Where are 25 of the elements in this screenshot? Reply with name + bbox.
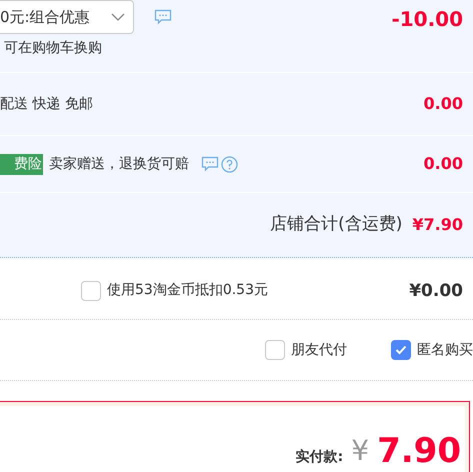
checkbox[interactable]	[265, 340, 285, 360]
shop-total-amount: ¥7.90	[412, 214, 463, 236]
chat-icon[interactable]	[154, 9, 172, 25]
coin-amount: ¥0.00	[409, 280, 463, 303]
checkbox[interactable]	[391, 340, 411, 360]
option-label: 匿名购买	[417, 340, 473, 360]
insurance-badge: 费险	[0, 154, 43, 174]
help-icon[interactable]	[221, 156, 238, 172]
coin-deduction-label: 使用53淘金币抵扣0.53元	[107, 281, 268, 300]
insurance-amount: 0.00	[424, 153, 463, 175]
chevron-down-icon	[111, 13, 125, 21]
delivery-text: 配送 快递 免邮	[0, 94, 93, 114]
payment-label: 实付款:	[296, 448, 344, 467]
checkbox[interactable]	[81, 280, 101, 300]
discount-dropdown[interactable]: 0元:组合优惠	[0, 0, 134, 34]
chat-icon[interactable]	[201, 156, 219, 172]
promo-note: 可在购物车换购	[3, 39, 103, 58]
checkmark-icon	[395, 345, 407, 355]
insurance-text: 卖家赠送，退换货可赔	[49, 154, 189, 174]
shop-total-label: 店铺合计(含运费)	[270, 213, 402, 236]
currency-symbol: ¥	[351, 433, 370, 469]
delivery-amount: 0.00	[424, 93, 463, 115]
option-label: 朋友代付	[291, 340, 347, 360]
discount-amount: -10.00	[391, 6, 463, 33]
payment-amount: 7.90	[377, 434, 461, 468]
